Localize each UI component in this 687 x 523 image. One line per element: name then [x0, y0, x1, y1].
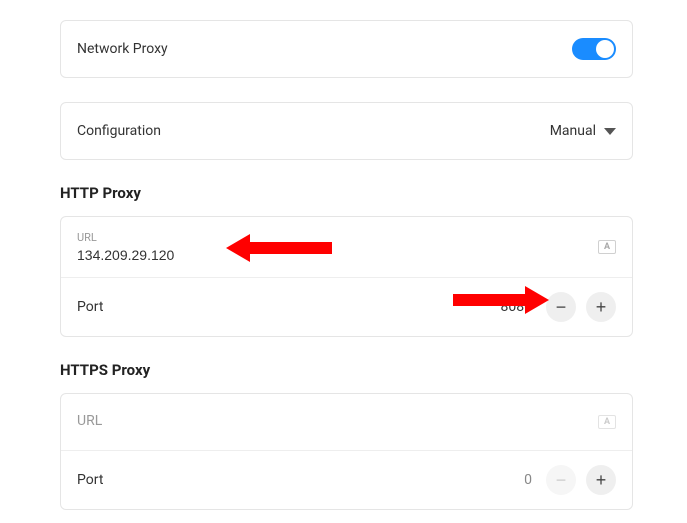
https-proxy-title: HTTPS Proxy: [60, 361, 633, 379]
http-port-label: Port: [77, 299, 103, 315]
http-port-increment-button[interactable]: +: [586, 292, 616, 322]
http-proxy-card: URL Port 8080 − +: [60, 216, 633, 337]
https-port-decrement-button[interactable]: −: [546, 465, 576, 495]
http-port-decrement-button[interactable]: −: [546, 292, 576, 322]
configuration-card: Configuration Manual: [60, 102, 633, 160]
http-port-value: 8080: [501, 299, 532, 315]
http-url-input[interactable]: [77, 247, 598, 263]
configuration-value: Manual: [550, 123, 596, 139]
configuration-dropdown[interactable]: Manual: [550, 123, 616, 139]
text-input-icon[interactable]: [598, 240, 616, 254]
network-proxy-toggle[interactable]: [572, 38, 616, 60]
https-port-increment-button[interactable]: +: [586, 465, 616, 495]
http-proxy-title: HTTP Proxy: [60, 184, 633, 202]
https-proxy-card: URL Port 0 − +: [60, 393, 633, 510]
network-proxy-card: Network Proxy: [60, 20, 633, 78]
configuration-label: Configuration: [77, 123, 161, 139]
http-url-label: URL: [77, 231, 598, 244]
https-port-value: 0: [524, 472, 532, 488]
text-input-icon[interactable]: [598, 415, 616, 429]
https-port-label: Port: [77, 472, 103, 488]
chevron-down-icon: [604, 128, 616, 135]
network-proxy-label: Network Proxy: [77, 41, 168, 57]
https-url-label: URL: [77, 413, 598, 429]
